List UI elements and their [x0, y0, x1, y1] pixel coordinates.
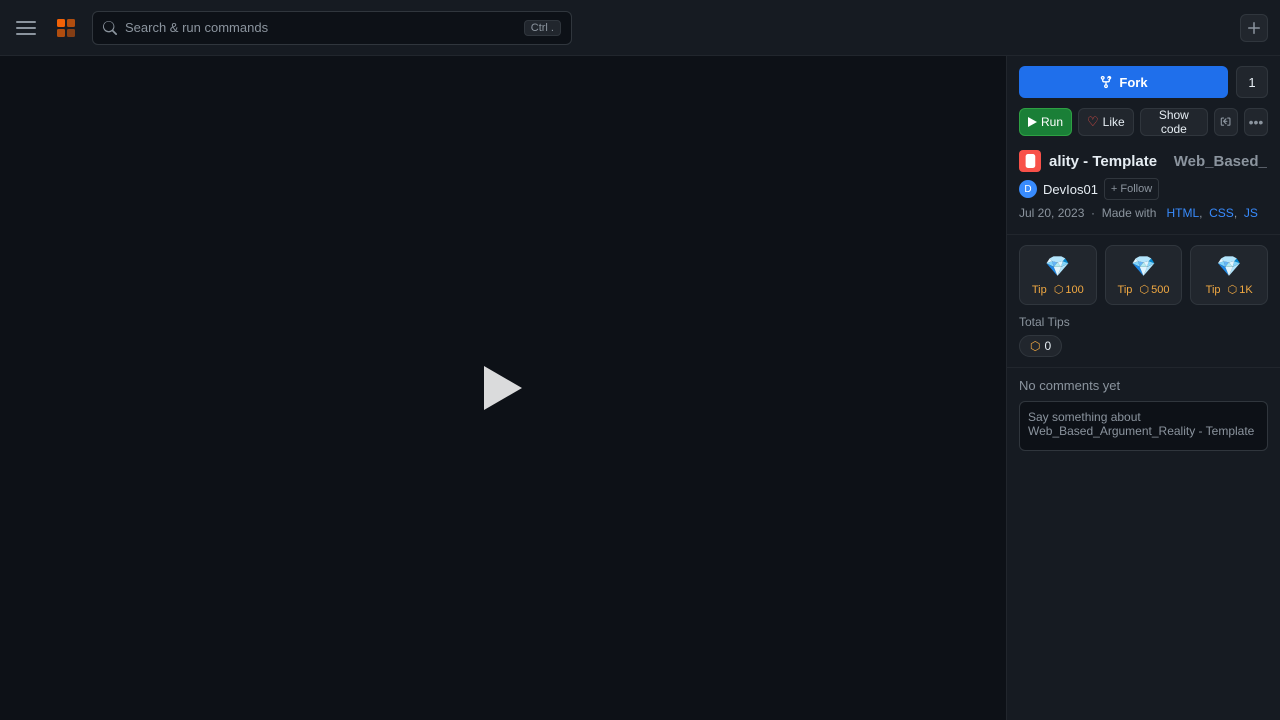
tip-500-card[interactable]: 💎 Tip ⬡ 500	[1105, 245, 1183, 305]
right-sidebar: Fork 1 Run ♡ Like Show code ••	[1006, 56, 1280, 720]
share-icon	[1220, 116, 1232, 128]
play-button[interactable]	[484, 366, 522, 410]
follow-owner-button[interactable]: + Follow	[1104, 178, 1159, 200]
tip-100-gem-icon: 💎	[1045, 254, 1070, 279]
project-info: ality - Template Web_Based_ D DevIos01 +…	[1007, 146, 1280, 235]
tip-100-amount: Tip ⬡ 100	[1032, 283, 1084, 296]
comments-section: No comments yet	[1007, 368, 1280, 720]
run-label: Run	[1041, 115, 1063, 129]
tip-1k-card[interactable]: 💎 Tip ⬡ 1K	[1190, 245, 1268, 305]
project-title-row: ality - Template Web_Based_	[1019, 150, 1268, 172]
menu-icon[interactable]	[12, 14, 40, 42]
total-tips-value: 0	[1044, 339, 1051, 353]
tip-100-card[interactable]: 💎 Tip ⬡ 100	[1019, 245, 1097, 305]
run-button[interactable]: Run	[1019, 108, 1072, 136]
tip-500-amount: Tip ⬡ 500	[1118, 283, 1170, 296]
search-bar[interactable]: Search & run commands Ctrl .	[92, 11, 572, 45]
tips-section: 💎 Tip ⬡ 100 💎 Tip ⬡ 500	[1007, 235, 1280, 368]
more-button[interactable]: •••	[1244, 108, 1268, 136]
total-tips-gem-icon: ⬡	[1030, 339, 1040, 353]
fork-bar: Fork 1	[1007, 56, 1280, 108]
action-bar: Run ♡ Like Show code •••	[1007, 108, 1280, 146]
search-placeholder: Search & run commands	[125, 20, 516, 35]
search-shortcut: Ctrl .	[524, 20, 561, 36]
heart-icon: ♡	[1087, 114, 1099, 130]
fork-count[interactable]: 1	[1236, 66, 1268, 98]
tip-1k-gem-icon: 💎	[1217, 254, 1242, 279]
project-type-icon	[1023, 154, 1037, 168]
project-title: ality - Template Web_Based_	[1049, 153, 1267, 170]
like-label: Like	[1103, 115, 1125, 129]
tips-row: 💎 Tip ⬡ 100 💎 Tip ⬡ 500	[1019, 245, 1268, 305]
more-icon: •••	[1249, 114, 1264, 130]
project-meta: Jul 20, 2023 · Made with HTML, CSS, JS	[1019, 206, 1268, 220]
total-tips-label: Total Tips	[1019, 315, 1268, 329]
owner-avatar: D	[1019, 180, 1037, 198]
fork-label: Fork	[1119, 75, 1147, 90]
show-code-label: Show code	[1149, 108, 1199, 136]
like-button[interactable]: ♡ Like	[1078, 108, 1134, 136]
search-icon	[103, 21, 117, 35]
comment-input[interactable]	[1019, 401, 1268, 451]
tech-js-link[interactable]: JS	[1244, 206, 1258, 220]
total-tips-badge: ⬡ 0	[1019, 335, 1062, 357]
show-code-button[interactable]: Show code	[1140, 108, 1208, 136]
replit-logo	[52, 14, 80, 42]
run-icon	[1028, 117, 1037, 127]
tip-1k-amount: Tip ⬡ 1K	[1206, 283, 1253, 296]
main-layout: Fork 1 Run ♡ Like Show code ••	[0, 56, 1280, 720]
owner-name: DevIos01	[1043, 182, 1098, 197]
share-button[interactable]	[1214, 108, 1238, 136]
topbar: Search & run commands Ctrl .	[0, 0, 1280, 56]
add-button[interactable]	[1240, 14, 1268, 42]
project-owner-row: D DevIos01 + Follow	[1019, 178, 1268, 200]
tech-html-link[interactable]: HTML	[1166, 206, 1199, 220]
tip-500-gem-icon: 💎	[1131, 254, 1156, 279]
preview-area[interactable]	[0, 56, 1006, 720]
tech-css-link[interactable]: CSS	[1209, 206, 1234, 220]
project-icon	[1019, 150, 1041, 172]
fork-button[interactable]: Fork	[1019, 66, 1228, 98]
no-comments-label: No comments yet	[1019, 378, 1268, 393]
fork-icon	[1099, 75, 1113, 89]
follow-label: + Follow	[1111, 183, 1152, 195]
